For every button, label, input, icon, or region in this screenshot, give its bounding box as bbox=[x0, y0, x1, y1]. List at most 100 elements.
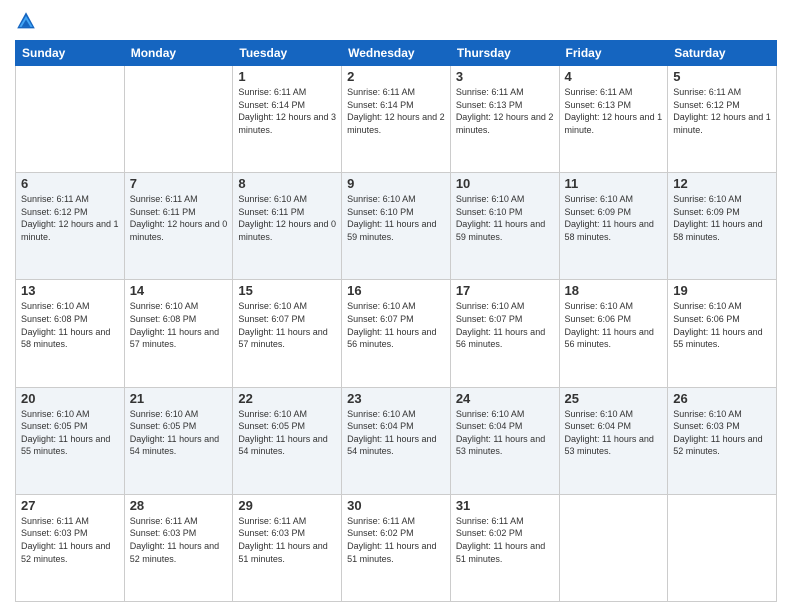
day-number: 20 bbox=[21, 391, 119, 406]
header-tuesday: Tuesday bbox=[233, 41, 342, 66]
day-number: 23 bbox=[347, 391, 445, 406]
calendar-cell: 1 Sunrise: 6:11 AM Sunset: 6:14 PM Daylig… bbox=[233, 66, 342, 173]
cell-info: Sunrise: 6:10 AM Sunset: 6:10 PM Dayligh… bbox=[347, 193, 445, 243]
day-number: 31 bbox=[456, 498, 554, 513]
header-monday: Monday bbox=[124, 41, 233, 66]
cell-info: Sunrise: 6:10 AM Sunset: 6:05 PM Dayligh… bbox=[238, 408, 336, 458]
day-number: 24 bbox=[456, 391, 554, 406]
cell-info: Sunrise: 6:11 AM Sunset: 6:13 PM Dayligh… bbox=[565, 86, 663, 136]
calendar-cell: 31 Sunrise: 6:11 AM Sunset: 6:02 PM Dayli… bbox=[450, 494, 559, 601]
day-number: 25 bbox=[565, 391, 663, 406]
calendar-cell: 17 Sunrise: 6:10 AM Sunset: 6:07 PM Dayli… bbox=[450, 280, 559, 387]
cell-info: Sunrise: 6:10 AM Sunset: 6:09 PM Dayligh… bbox=[565, 193, 663, 243]
calendar-cell: 25 Sunrise: 6:10 AM Sunset: 6:04 PM Dayli… bbox=[559, 387, 668, 494]
calendar-week-row: 6Sunrise: 6:11 AM Sunset: 6:12 PM Daylig… bbox=[16, 173, 777, 280]
day-number: 21 bbox=[130, 391, 228, 406]
calendar-cell: 21 Sunrise: 6:10 AM Sunset: 6:05 PM Dayli… bbox=[124, 387, 233, 494]
calendar-cell: 27Sunrise: 6:11 AM Sunset: 6:03 PM Dayli… bbox=[16, 494, 125, 601]
calendar-cell: 28 Sunrise: 6:11 AM Sunset: 6:03 PM Dayli… bbox=[124, 494, 233, 601]
calendar-cell: 15 Sunrise: 6:10 AM Sunset: 6:07 PM Dayli… bbox=[233, 280, 342, 387]
cell-info: Sunrise: 6:11 AM Sunset: 6:03 PM Dayligh… bbox=[130, 515, 228, 565]
cell-info: Sunrise: 6:10 AM Sunset: 6:08 PM Dayligh… bbox=[130, 300, 228, 350]
calendar-cell: 6Sunrise: 6:11 AM Sunset: 6:12 PM Daylig… bbox=[16, 173, 125, 280]
day-number: 18 bbox=[565, 283, 663, 298]
day-number: 22 bbox=[238, 391, 336, 406]
day-number: 4 bbox=[565, 69, 663, 84]
cell-info: Sunrise: 6:10 AM Sunset: 6:03 PM Dayligh… bbox=[673, 408, 771, 458]
calendar-cell bbox=[124, 66, 233, 173]
day-number: 6 bbox=[21, 176, 119, 191]
page: Sunday Monday Tuesday Wednesday Thursday… bbox=[0, 0, 792, 612]
calendar-cell: 7 Sunrise: 6:11 AM Sunset: 6:11 PM Daylig… bbox=[124, 173, 233, 280]
day-number: 29 bbox=[238, 498, 336, 513]
day-number: 27 bbox=[21, 498, 119, 513]
cell-info: Sunrise: 6:10 AM Sunset: 6:05 PM Dayligh… bbox=[21, 408, 119, 458]
calendar-cell: 3Sunrise: 6:11 AM Sunset: 6:13 PM Daylig… bbox=[450, 66, 559, 173]
day-number: 8 bbox=[238, 176, 336, 191]
logo-icon bbox=[15, 10, 37, 32]
calendar-cell: 26 Sunrise: 6:10 AM Sunset: 6:03 PM Dayli… bbox=[668, 387, 777, 494]
cell-info: Sunrise: 6:10 AM Sunset: 6:06 PM Dayligh… bbox=[673, 300, 771, 350]
day-number: 26 bbox=[673, 391, 771, 406]
cell-info: Sunrise: 6:11 AM Sunset: 6:11 PM Dayligh… bbox=[130, 193, 228, 243]
calendar-week-row: 13 Sunrise: 6:10 AM Sunset: 6:08 PM Dayli… bbox=[16, 280, 777, 387]
header-thursday: Thursday bbox=[450, 41, 559, 66]
day-number: 9 bbox=[347, 176, 445, 191]
calendar-cell bbox=[668, 494, 777, 601]
day-number: 28 bbox=[130, 498, 228, 513]
day-number: 10 bbox=[456, 176, 554, 191]
calendar-cell: 30 Sunrise: 6:11 AM Sunset: 6:02 PM Dayli… bbox=[342, 494, 451, 601]
cell-info: Sunrise: 6:10 AM Sunset: 6:06 PM Dayligh… bbox=[565, 300, 663, 350]
calendar-cell: 16 Sunrise: 6:10 AM Sunset: 6:07 PM Dayli… bbox=[342, 280, 451, 387]
day-number: 5 bbox=[673, 69, 771, 84]
cell-info: Sunrise: 6:10 AM Sunset: 6:04 PM Dayligh… bbox=[456, 408, 554, 458]
cell-info: Sunrise: 6:10 AM Sunset: 6:08 PM Dayligh… bbox=[21, 300, 119, 350]
calendar-cell bbox=[16, 66, 125, 173]
calendar-table: Sunday Monday Tuesday Wednesday Thursday… bbox=[15, 40, 777, 602]
day-number: 7 bbox=[130, 176, 228, 191]
calendar-cell: 12 Sunrise: 6:10 AM Sunset: 6:09 PM Dayli… bbox=[668, 173, 777, 280]
calendar-cell: 2Sunrise: 6:11 AM Sunset: 6:14 PM Daylig… bbox=[342, 66, 451, 173]
cell-info: Sunrise: 6:10 AM Sunset: 6:07 PM Dayligh… bbox=[347, 300, 445, 350]
calendar-cell: 22 Sunrise: 6:10 AM Sunset: 6:05 PM Dayli… bbox=[233, 387, 342, 494]
calendar-cell: 14Sunrise: 6:10 AM Sunset: 6:08 PM Dayli… bbox=[124, 280, 233, 387]
day-number: 11 bbox=[565, 176, 663, 191]
cell-info: Sunrise: 6:11 AM Sunset: 6:02 PM Dayligh… bbox=[347, 515, 445, 565]
header-sunday: Sunday bbox=[16, 41, 125, 66]
cell-info: Sunrise: 6:10 AM Sunset: 6:07 PM Dayligh… bbox=[456, 300, 554, 350]
cell-info: Sunrise: 6:10 AM Sunset: 6:04 PM Dayligh… bbox=[347, 408, 445, 458]
cell-info: Sunrise: 6:10 AM Sunset: 6:04 PM Dayligh… bbox=[565, 408, 663, 458]
day-number: 1 bbox=[238, 69, 336, 84]
calendar-cell: 23 Sunrise: 6:10 AM Sunset: 6:04 PM Dayli… bbox=[342, 387, 451, 494]
day-number: 17 bbox=[456, 283, 554, 298]
header bbox=[15, 10, 777, 32]
calendar-cell: 18 Sunrise: 6:10 AM Sunset: 6:06 PM Dayli… bbox=[559, 280, 668, 387]
cell-info: Sunrise: 6:10 AM Sunset: 6:09 PM Dayligh… bbox=[673, 193, 771, 243]
cell-info: Sunrise: 6:10 AM Sunset: 6:10 PM Dayligh… bbox=[456, 193, 554, 243]
cell-info: Sunrise: 6:11 AM Sunset: 6:03 PM Dayligh… bbox=[238, 515, 336, 565]
calendar-week-row: 27 Sunrise: 6:11 AM Sunset: 6:03 PM Dayli… bbox=[16, 494, 777, 601]
calendar-cell bbox=[559, 494, 668, 601]
day-number: 19 bbox=[673, 283, 771, 298]
calendar-cell: 20 Sunrise: 6:10 AM Sunset: 6:05 PM Dayli… bbox=[16, 387, 125, 494]
cell-info: Sunrise: 6:10 AM Sunset: 6:05 PM Dayligh… bbox=[130, 408, 228, 458]
cell-info: Sunrise: 6:10 AM Sunset: 6:11 PM Dayligh… bbox=[238, 193, 336, 243]
header-wednesday: Wednesday bbox=[342, 41, 451, 66]
cell-info: Sunrise: 6:11 AM Sunset: 6:14 PM Dayligh… bbox=[238, 86, 336, 136]
cell-info: Sunrise: 6:11 AM Sunset: 6:02 PM Dayligh… bbox=[456, 515, 554, 565]
calendar-cell: 19 Sunrise: 6:10 AM Sunset: 6:06 PM Dayli… bbox=[668, 280, 777, 387]
day-number: 12 bbox=[673, 176, 771, 191]
day-number: 16 bbox=[347, 283, 445, 298]
day-number: 15 bbox=[238, 283, 336, 298]
calendar-week-row: 20 Sunrise: 6:10 AM Sunset: 6:05 PM Dayli… bbox=[16, 387, 777, 494]
day-number: 30 bbox=[347, 498, 445, 513]
calendar-cell: 8 Sunrise: 6:10 AM Sunset: 6:11 PM Daylig… bbox=[233, 173, 342, 280]
day-number: 13 bbox=[21, 283, 119, 298]
header-friday: Friday bbox=[559, 41, 668, 66]
calendar-header-row: Sunday Monday Tuesday Wednesday Thursday… bbox=[16, 41, 777, 66]
calendar-cell: 10 Sunrise: 6:10 AM Sunset: 6:10 PM Dayli… bbox=[450, 173, 559, 280]
cell-info: Sunrise: 6:10 AM Sunset: 6:07 PM Dayligh… bbox=[238, 300, 336, 350]
calendar-cell: 24 Sunrise: 6:10 AM Sunset: 6:04 PM Dayli… bbox=[450, 387, 559, 494]
calendar-cell: 13 Sunrise: 6:10 AM Sunset: 6:08 PM Dayli… bbox=[16, 280, 125, 387]
cell-info: Sunrise: 6:11 AM Sunset: 6:12 PM Dayligh… bbox=[673, 86, 771, 136]
